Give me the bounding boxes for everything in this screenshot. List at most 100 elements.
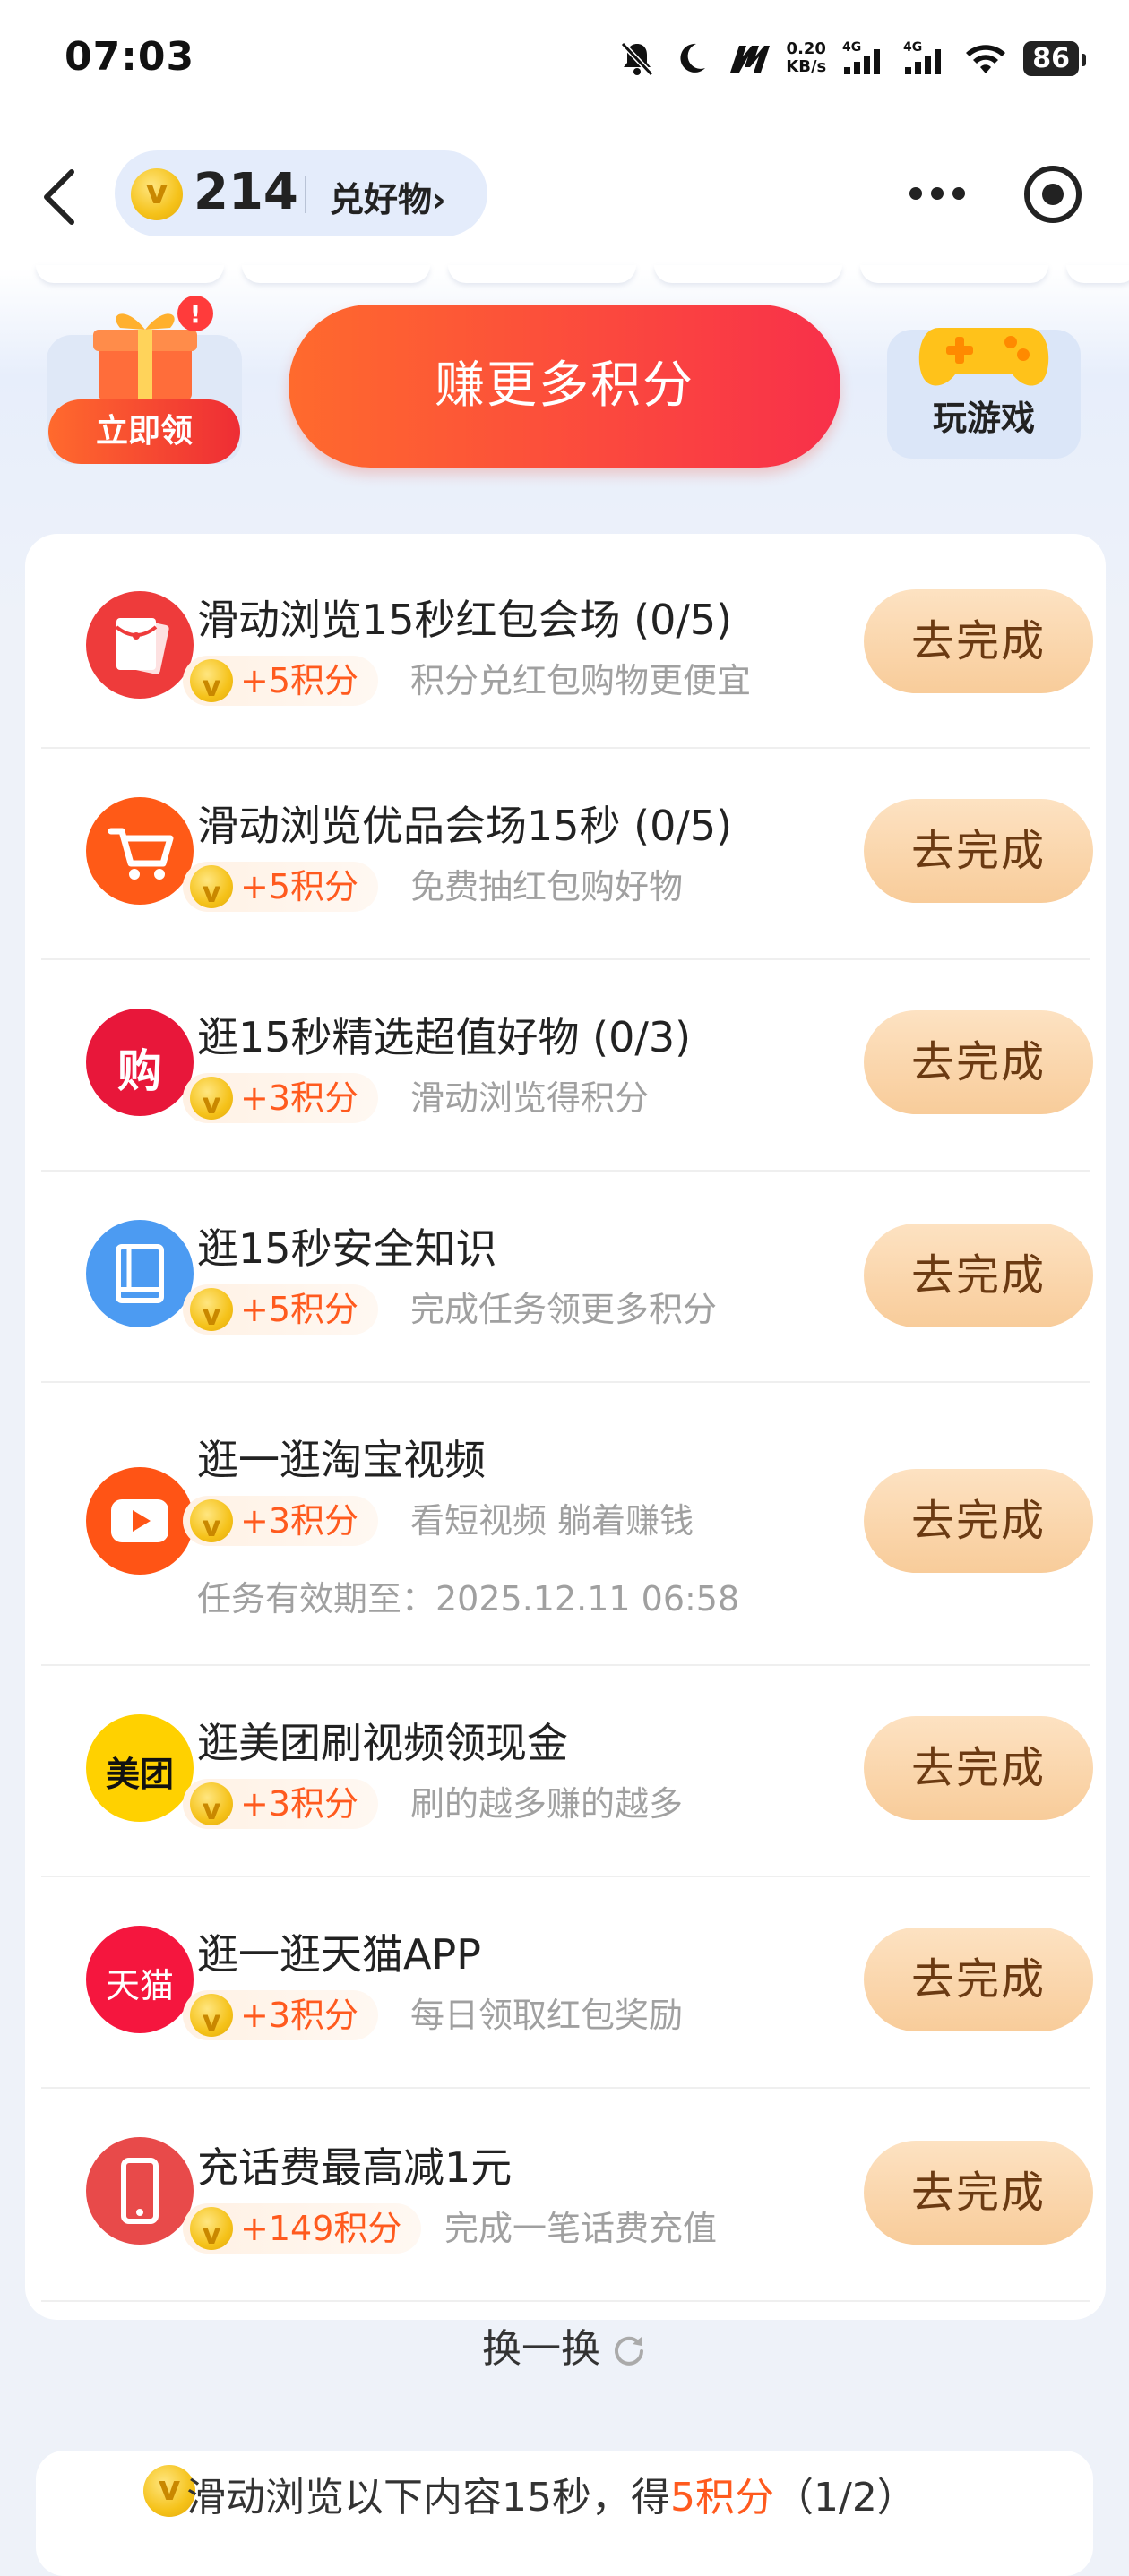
task-reward: +3积分: [240, 1078, 359, 1118]
task-reward-badge: +5积分: [183, 1284, 379, 1340]
task-description: 积分兑红包购物更便宜: [410, 661, 752, 700]
back-button[interactable]: [36, 161, 90, 233]
go-complete-button[interactable]: 去完成: [864, 799, 1093, 903]
status-bar: 07:03 0.20 KB/s 4G 4G 86: [0, 0, 1129, 125]
task-row: 逛15秒安全知识 +5积分 完成任务领更多积分 去完成: [41, 1170, 1093, 1383]
coin-icon: [190, 1077, 233, 1129]
task-title: 逛15秒精选超值好物 (0/3): [197, 1013, 692, 1061]
tab-fragment: [654, 265, 842, 283]
go-complete-button[interactable]: 去完成: [864, 2141, 1093, 2245]
red-envelope-icon: [86, 591, 194, 699]
go-complete-button[interactable]: 去完成: [864, 1928, 1093, 2031]
book-icon: [86, 1220, 194, 1327]
signal1-label: 4G: [842, 40, 861, 55]
exchange-goods-link[interactable]: 兑好物›: [330, 172, 446, 221]
more-button[interactable]: [901, 176, 973, 211]
refresh-icon: [615, 2336, 643, 2366]
task-reward: +5积分: [240, 661, 359, 700]
task-reward-badge: +5积分: [183, 862, 379, 917]
browse-task-prefix: 滑动浏览以下内容15秒，得: [186, 2475, 670, 2520]
play-game-label: 玩游戏: [932, 399, 1035, 438]
buy-icon-text: 购: [117, 1045, 162, 1097]
task-reward: +3积分: [240, 1501, 359, 1541]
task-reward: +3积分: [240, 1784, 359, 1824]
coin-icon: [131, 168, 183, 220]
gift-box-icon: !: [81, 296, 224, 412]
status-time: 07:03: [65, 34, 195, 80]
task-title: 充话费最高减1元: [197, 2143, 513, 2192]
tab-fragment: [448, 265, 636, 283]
go-complete-button[interactable]: 去完成: [864, 1010, 1093, 1114]
task-reward-badge: +3积分: [183, 1779, 379, 1834]
task-title: 滑动浏览优品会场15秒 (0/5): [197, 802, 733, 850]
go-complete-button[interactable]: 去完成: [864, 1224, 1093, 1327]
tab-fragment: [36, 265, 224, 283]
moon-icon: [671, 39, 711, 78]
net-speed-unit: KB/s: [786, 57, 827, 76]
wifi-icon: [962, 39, 1009, 78]
target-icon: [1024, 166, 1082, 223]
coin-icon: [190, 865, 233, 917]
task-expiry: 任务有效期至：2025.12.11 06:58: [197, 1579, 740, 1619]
task-row: 美团 逛美团刷视频领现金 +3积分 刷的越多赚的越多 去完成: [41, 1664, 1093, 1877]
coin-icon: [190, 1499, 233, 1551]
task-row: 逛一逛淘宝视频 +3积分 看短视频 躺着赚钱 任务有效期至：2025.12.11…: [41, 1381, 1093, 1666]
go-complete-button[interactable]: 去完成: [864, 1469, 1093, 1573]
video-play-icon: [86, 1467, 194, 1575]
network-speed: 0.20 KB/s: [786, 40, 826, 76]
earn-more-points-button[interactable]: 赚更多积分: [289, 305, 840, 468]
task-title: 滑动浏览15秒红包会场 (0/5): [197, 596, 733, 644]
signal2-label: 4G: [903, 40, 922, 55]
task-reward: +149积分: [240, 2209, 402, 2248]
task-row: 充话费最高减1元 +149积分 完成一笔话费充值 去完成: [41, 2087, 1093, 2302]
refresh-label: 换一换: [482, 2326, 600, 2372]
battery-indicator: 86: [1023, 40, 1086, 76]
task-description: 刷的越多赚的越多: [410, 1784, 684, 1824]
task-reward: +5积分: [240, 1290, 359, 1329]
tab-fragment: [860, 265, 1048, 283]
phone-icon: [86, 2137, 194, 2245]
task-description: 看短视频 躺着赚钱: [410, 1501, 694, 1541]
tmall-icon: 天猫: [86, 1926, 194, 2033]
tab-fragment: [242, 265, 430, 283]
hidden-tab-strip: [0, 265, 1129, 287]
task-row: 购 逛15秒精选超值好物 (0/3) +3积分 滑动浏览得积分 去完成: [41, 958, 1093, 1172]
task-reward: +5积分: [240, 867, 359, 906]
task-description: 每日领取红包奖励: [410, 1996, 684, 2035]
task-description: 滑动浏览得积分: [410, 1078, 650, 1118]
task-title: 逛15秒安全知识: [197, 1224, 497, 1273]
task-title: 逛一逛淘宝视频: [197, 1436, 486, 1484]
net-speed-value: 0.20: [786, 39, 826, 58]
task-description: 完成一笔话费充值: [444, 2209, 718, 2248]
task-description: 免费抽红包购好物: [410, 867, 684, 906]
task-row: 滑动浏览优品会场15秒 (0/5) +5积分 免费抽红包购好物 去完成: [41, 747, 1093, 960]
coin-icon: [190, 1782, 233, 1834]
meituan-icon: 美团: [86, 1714, 194, 1822]
task-reward-badge: +3积分: [183, 1990, 379, 2046]
task-description: 完成任务领更多积分: [410, 1290, 718, 1329]
task-reward-badge: +3积分: [183, 1073, 379, 1129]
go-complete-button[interactable]: 去完成: [864, 1716, 1093, 1820]
mini-program-close-button[interactable]: [1021, 163, 1084, 226]
refresh-button[interactable]: 换一换: [25, 2316, 1106, 2388]
buy-icon: 购: [86, 1009, 194, 1116]
browse-task-progress: （1/2）: [774, 2475, 917, 2520]
task-reward-badge: +3积分: [183, 1496, 379, 1551]
browse-task-reward: 5积分: [670, 2475, 774, 2520]
svg-text:!: !: [190, 299, 202, 329]
tab-fragment: [1066, 265, 1129, 283]
coin-icon: [190, 659, 233, 711]
tmall-icon-text: 天猫: [105, 1966, 174, 2005]
task-reward-badge: +5积分: [183, 656, 379, 711]
pill-divider: [305, 176, 306, 213]
status-icons: 0.20 KB/s 4G 4G 86: [617, 36, 1086, 81]
task-row: 天猫 逛一逛天猫APP +3积分 每日领取红包奖励 去完成: [41, 1876, 1093, 2089]
go-complete-button[interactable]: 去完成: [864, 589, 1093, 693]
task-reward: +3积分: [240, 1996, 359, 2035]
claim-now-button[interactable]: 立即领: [48, 399, 240, 464]
coin-icon: [190, 1994, 233, 2046]
task-list-card: 滑动浏览15秒红包会场 (0/5) +5积分 积分兑红包购物更便宜 去完成 滑动…: [25, 534, 1106, 2372]
task-row: 滑动浏览15秒红包会场 (0/5) +5积分 积分兑红包购物更便宜 去完成: [41, 534, 1093, 749]
shopping-cart-icon: [86, 797, 194, 905]
points-pill[interactable]: 214 兑好物›: [115, 150, 487, 236]
